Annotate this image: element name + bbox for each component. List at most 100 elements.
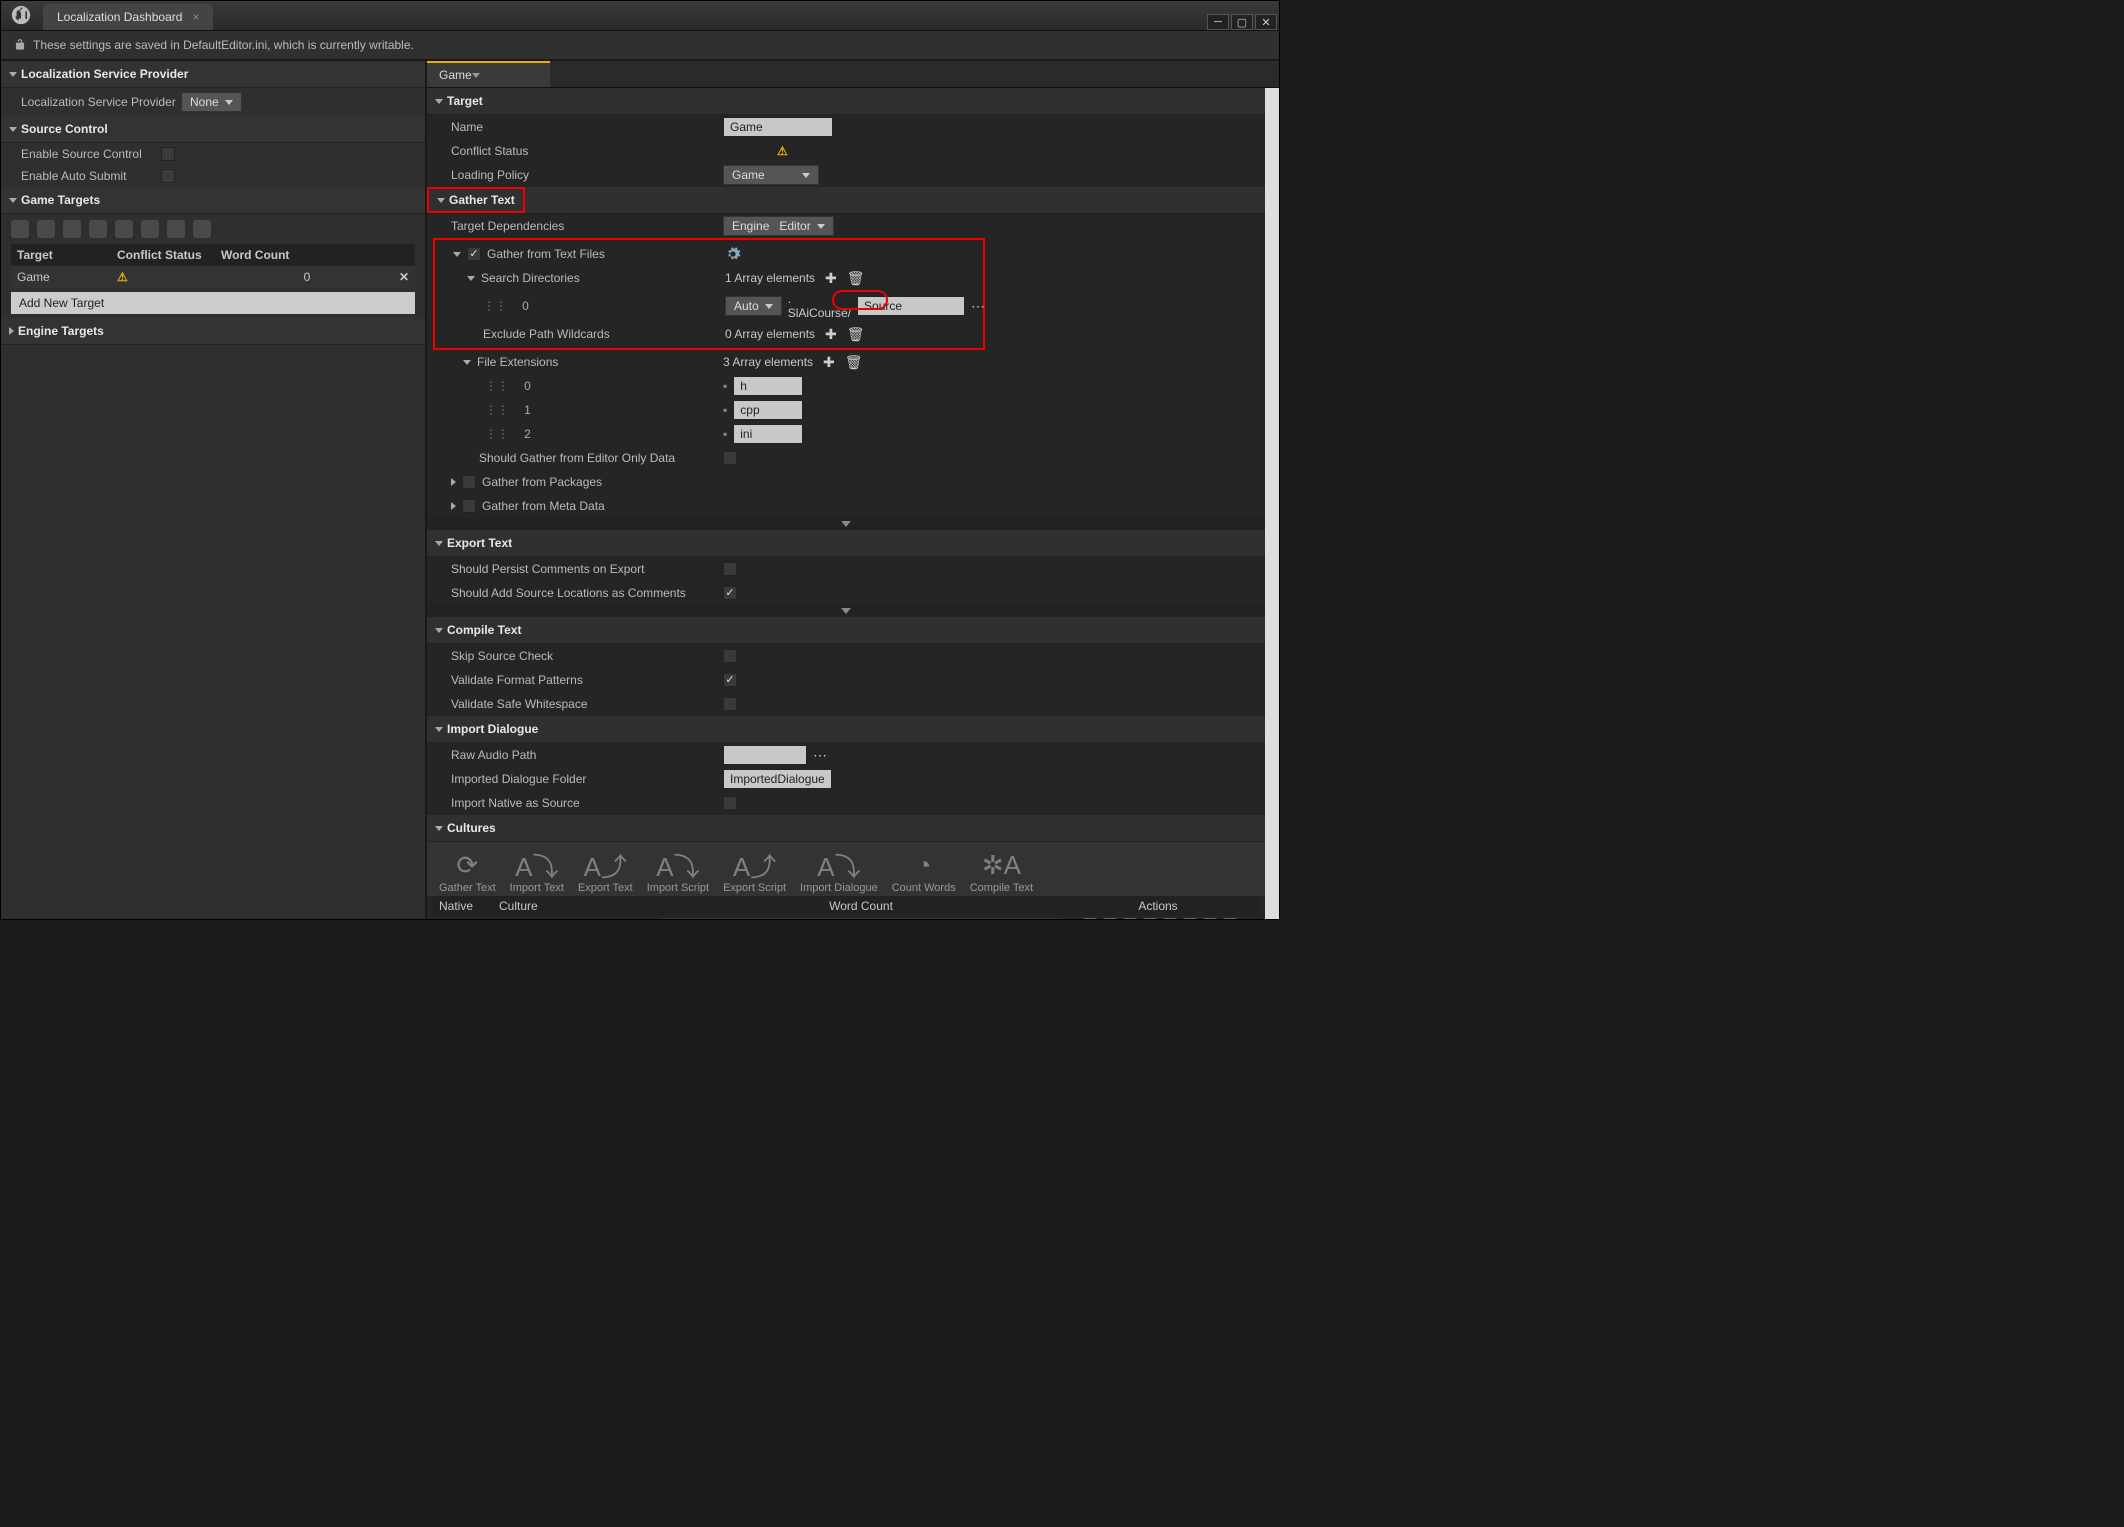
tool-icon[interactable]	[11, 220, 29, 238]
section-localization-service-provider[interactable]: Localization Service Provider	[1, 61, 425, 88]
tab-localization-dashboard[interactable]: Localization Dashboard ×	[43, 4, 213, 30]
browse-icon[interactable]: ⋯	[971, 298, 985, 315]
chevron-down-icon	[472, 73, 480, 78]
section-export-text[interactable]: Export Text	[427, 530, 1265, 557]
gear-icon[interactable]	[725, 246, 741, 262]
section-target[interactable]: Target	[427, 88, 1265, 115]
export-script-button[interactable]: A⤴Export Script	[723, 850, 786, 894]
chevron-down-icon	[435, 628, 443, 633]
clear-array-icon[interactable]: 🗑	[847, 326, 865, 343]
compile-text-button[interactable]: ✲ACompile Text	[970, 850, 1033, 894]
chevron-down-icon	[9, 127, 17, 132]
chevron-down-icon	[802, 173, 810, 178]
tool-icon[interactable]	[141, 220, 159, 238]
add-element-icon[interactable]: ✚	[825, 270, 837, 287]
section-compile-text[interactable]: Compile Text	[427, 617, 1265, 644]
checkbox-enable-auto-submit[interactable]	[161, 169, 175, 183]
close-button[interactable]: ✕	[1255, 14, 1277, 30]
info-text: These settings are saved in DefaultEdito…	[33, 38, 414, 52]
close-icon[interactable]: ×	[192, 10, 199, 24]
minimize-button[interactable]: ─	[1207, 14, 1229, 30]
checkbox-skip-source-check[interactable]	[723, 649, 737, 663]
input-raw-audio-path[interactable]	[723, 745, 807, 765]
add-new-target-button[interactable]: Add New Target	[11, 292, 415, 314]
action-icon[interactable]	[1163, 918, 1177, 919]
clear-array-icon[interactable]: 🗑	[845, 354, 863, 371]
tool-icon[interactable]	[167, 220, 185, 238]
titlebar: Localization Dashboard × ─ ▢ ✕	[1, 1, 1279, 31]
label-file-extensions: File Extensions	[435, 355, 723, 369]
tool-icon[interactable]	[37, 220, 55, 238]
remove-target-icon[interactable]: ✕	[393, 270, 409, 284]
checkbox-src-loc-comments[interactable]	[723, 586, 737, 600]
tool-icon[interactable]	[89, 220, 107, 238]
col-native: Native	[439, 899, 499, 913]
section-engine-targets[interactable]: Engine Targets	[1, 318, 425, 345]
checkbox-gather-from-packages[interactable]	[462, 475, 476, 489]
chevron-down-icon	[463, 360, 471, 365]
dropdown-target-dependencies[interactable]: Engine Editor	[723, 216, 834, 236]
dropdown-loc-service-provider[interactable]: None	[181, 92, 242, 112]
right-panel: Game Target Name Game Conflict Status ⚠	[427, 61, 1279, 919]
checkbox-import-native-as-source[interactable]	[723, 796, 737, 810]
section-gather-text[interactable]: Gather Text	[427, 187, 1265, 214]
import-dialogue-button[interactable]: A⤵Import Dialogue	[800, 850, 878, 894]
checkbox-validate-format-patterns[interactable]	[723, 673, 737, 687]
action-icon[interactable]	[1143, 918, 1157, 919]
tool-icon[interactable]	[63, 220, 81, 238]
dropdown-path-mode[interactable]: Auto	[725, 296, 782, 316]
label-loc-service-provider: Localization Service Provider	[21, 95, 181, 109]
chevron-down-icon	[765, 304, 773, 309]
lock-open-icon	[13, 38, 27, 52]
tab-game[interactable]: Game	[427, 61, 550, 87]
action-icon[interactable]	[1103, 918, 1117, 919]
section-cultures[interactable]: Cultures	[427, 815, 1265, 842]
native-radio-icon[interactable]: ◉	[464, 918, 474, 919]
col-target: Target	[17, 248, 117, 262]
import-text-button[interactable]: A⤵Import Text	[510, 850, 564, 894]
target-row-game[interactable]: Game ⚠ 0 ✕	[11, 266, 415, 288]
section-expander-icon[interactable]	[427, 605, 1265, 617]
add-element-icon[interactable]: ✚	[825, 326, 837, 343]
input-imported-dialogue-folder[interactable]: ImportedDialogue	[723, 769, 832, 789]
clear-array-icon[interactable]: 🗑	[847, 270, 865, 287]
section-expander-icon[interactable]	[427, 518, 1265, 530]
input-ext-1[interactable]: cpp	[733, 400, 803, 420]
section-source-control[interactable]: Source Control	[1, 116, 425, 143]
count-words-button[interactable]: ◔Count Words	[892, 850, 956, 894]
checkbox-validate-safe-whitespace[interactable]	[723, 697, 737, 711]
browse-icon[interactable]: ⋯	[813, 747, 827, 764]
action-icon[interactable]	[1083, 918, 1097, 919]
action-icon[interactable]	[1123, 918, 1137, 919]
checkbox-enable-source-control[interactable]	[161, 147, 175, 161]
maximize-button[interactable]: ▢	[1231, 14, 1253, 30]
remove-culture-icon[interactable]: ✕	[1243, 918, 1253, 919]
export-text-button[interactable]: A⤴Export Text	[578, 850, 633, 894]
input-target-name[interactable]: Game	[723, 117, 833, 137]
label-enable-source-control: Enable Source Control	[21, 147, 161, 161]
import-script-button[interactable]: A⤵Import Script	[647, 850, 709, 894]
exclude-count: 0 Array elements	[725, 327, 815, 341]
input-search-dir[interactable]: Source	[857, 296, 965, 316]
checkbox-gather-editor-only[interactable]	[723, 451, 737, 465]
add-element-icon[interactable]: ✚	[823, 354, 835, 371]
dropdown-loading-policy[interactable]: Game	[723, 165, 819, 185]
chevron-down-icon	[9, 72, 17, 77]
scrollbar[interactable]	[1265, 88, 1279, 919]
input-ext-2[interactable]: ini	[733, 424, 803, 444]
label-src-loc-comments: Should Add Source Locations as Comments	[435, 586, 723, 600]
section-game-targets[interactable]: Game Targets	[1, 187, 425, 214]
gather-text-button[interactable]: ⟳Gather Text	[439, 850, 496, 894]
tool-icon[interactable]	[115, 220, 133, 238]
checkbox-persist-comments[interactable]	[723, 562, 737, 576]
action-icon[interactable]	[1223, 918, 1237, 919]
checkbox-gather-from-text-files[interactable]	[467, 247, 481, 261]
label-import-native-as-source: Import Native as Source	[435, 796, 723, 810]
section-import-dialogue[interactable]: Import Dialogue	[427, 716, 1265, 743]
input-ext-0[interactable]: h	[733, 376, 803, 396]
checkbox-gather-from-meta[interactable]	[462, 499, 476, 513]
tool-icon[interactable]	[193, 220, 211, 238]
action-icon[interactable]	[1183, 918, 1197, 919]
action-icon[interactable]	[1203, 918, 1217, 919]
culture-row-english[interactable]: ◉ English 0 (0%) ✕	[433, 916, 1259, 919]
